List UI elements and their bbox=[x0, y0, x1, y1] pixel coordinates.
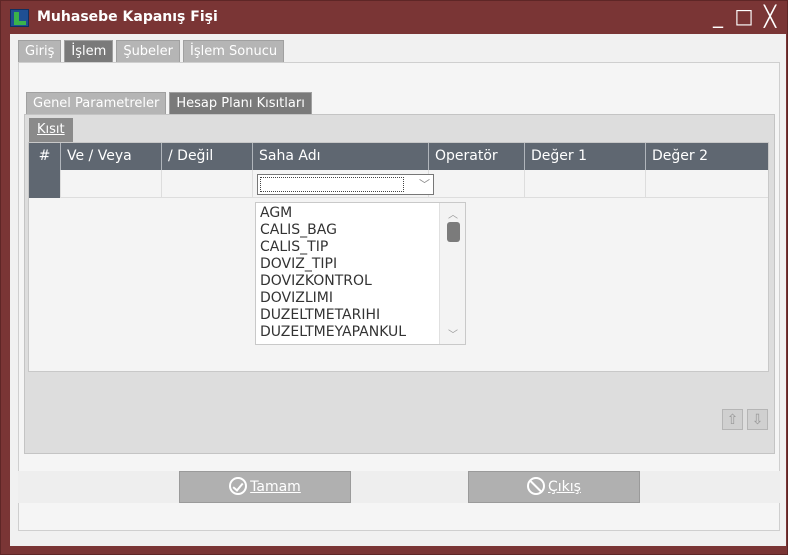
cell-deger-1[interactable] bbox=[525, 170, 646, 198]
kisit-tab-label: Kısıt bbox=[37, 122, 65, 137]
minimize-icon[interactable]: _ bbox=[707, 4, 729, 28]
scroll-up-icon[interactable]: ︿ bbox=[448, 206, 458, 221]
cikis-label: Çıkış bbox=[548, 479, 581, 495]
tab-hesap-plani-kisitlari[interactable]: Hesap Planı Kısıtları bbox=[169, 92, 312, 114]
tamam-button[interactable]: Tamam bbox=[179, 471, 351, 503]
scroll-thumb[interactable] bbox=[447, 222, 460, 242]
close-icon[interactable]: ╳ bbox=[759, 4, 781, 28]
list-item[interactable]: CALIS_BAG bbox=[260, 222, 406, 239]
islem-panel: Genel Parametreler Hesap Planı Kısıtları… bbox=[18, 62, 780, 531]
col-number[interactable]: # bbox=[29, 143, 61, 170]
top-tab-bar: Giriş İşlem Şubeler İşlem Sonucu bbox=[18, 40, 285, 62]
dropdown-scrollbar[interactable]: ︿ ﹀ bbox=[439, 203, 465, 344]
list-item[interactable]: AGM bbox=[260, 205, 406, 222]
row-selector[interactable] bbox=[29, 170, 61, 198]
tamam-label: Tamam bbox=[250, 479, 301, 495]
list-item[interactable]: DUZELTMEYAPANKUL bbox=[260, 324, 406, 341]
arrow-up-icon[interactable]: ⇧ bbox=[722, 409, 743, 430]
list-item[interactable]: CALIS_TIP bbox=[260, 239, 406, 256]
cell-ve-veya[interactable] bbox=[61, 170, 162, 198]
list-item[interactable]: DOVIZLIMI bbox=[260, 290, 406, 307]
cell-operator[interactable] bbox=[429, 170, 525, 198]
cancel-circle-icon bbox=[527, 477, 546, 495]
tab-giris[interactable]: Giriş bbox=[18, 40, 62, 62]
tab-kisit[interactable]: Kısıt bbox=[29, 118, 73, 142]
cell-degil[interactable] bbox=[162, 170, 253, 198]
window: Muhasebe Kapanış Fişi _ □ ╳ Giriş İşlem … bbox=[0, 0, 788, 555]
col-operator[interactable]: Operatör bbox=[429, 143, 525, 170]
button-bar: Tamam Çıkış bbox=[18, 471, 780, 503]
col-deger-2[interactable]: Değer 2 bbox=[646, 143, 768, 170]
check-circle-icon bbox=[229, 477, 248, 495]
tab-genel-parametreler[interactable]: Genel Parametreler bbox=[26, 92, 167, 114]
client-area: Giriş İşlem Şubeler İşlem Sonucu Genel P… bbox=[10, 34, 786, 546]
title-bar[interactable]: Muhasebe Kapanış Fişi _ □ ╳ bbox=[1, 1, 787, 34]
col-saha-adi[interactable]: Saha Adı bbox=[253, 143, 429, 170]
maximize-icon[interactable]: □ bbox=[733, 4, 755, 28]
app-logo-icon bbox=[10, 9, 29, 27]
col-degil[interactable]: / Değil bbox=[162, 143, 253, 170]
saha-adi-combobox[interactable]: ﹀ bbox=[257, 174, 434, 195]
hesap-plani-panel: Kısıt # Ve / Veya / Değil Saha Adı Opera… bbox=[24, 114, 775, 454]
combobox-edit[interactable] bbox=[260, 177, 404, 192]
list-item[interactable]: DUZELTMETARIHI bbox=[260, 307, 406, 324]
col-deger-1[interactable]: Değer 1 bbox=[525, 143, 646, 170]
cikis-button[interactable]: Çıkış bbox=[468, 471, 640, 503]
inner-tab-bar: Genel Parametreler Hesap Planı Kısıtları bbox=[26, 92, 312, 114]
window-controls: _ □ ╳ bbox=[707, 4, 781, 28]
window-title: Muhasebe Kapanış Fişi bbox=[37, 9, 218, 25]
row-order-controls: ⇧ ⇩ bbox=[722, 409, 768, 430]
list-item[interactable]: DOVIZKONTROL bbox=[260, 273, 406, 290]
list-item[interactable]: DOVIZ_TIPI bbox=[260, 256, 406, 273]
saha-adi-dropdown-list[interactable]: AGM CALIS_BAG CALIS_TIP DOVIZ_TIPI DOVIZ… bbox=[255, 202, 466, 345]
tab-islem-sonucu[interactable]: İşlem Sonucu bbox=[183, 40, 285, 62]
cell-deger-2[interactable] bbox=[646, 170, 768, 198]
arrow-down-icon[interactable]: ⇩ bbox=[747, 409, 768, 430]
kisit-grid-area: # Ve / Veya / Değil Saha Adı Operatör De… bbox=[28, 142, 769, 372]
tab-islem[interactable]: İşlem bbox=[64, 40, 114, 62]
grid-header: # Ve / Veya / Değil Saha Adı Operatör De… bbox=[29, 143, 768, 170]
scroll-down-icon[interactable]: ﹀ bbox=[448, 326, 458, 341]
tab-subeler[interactable]: Şubeler bbox=[116, 40, 181, 62]
dropdown-items: AGM CALIS_BAG CALIS_TIP DOVIZ_TIPI DOVIZ… bbox=[260, 205, 406, 341]
col-ve-veya[interactable]: Ve / Veya bbox=[61, 143, 162, 170]
chevron-down-icon[interactable]: ﹀ bbox=[419, 176, 430, 192]
